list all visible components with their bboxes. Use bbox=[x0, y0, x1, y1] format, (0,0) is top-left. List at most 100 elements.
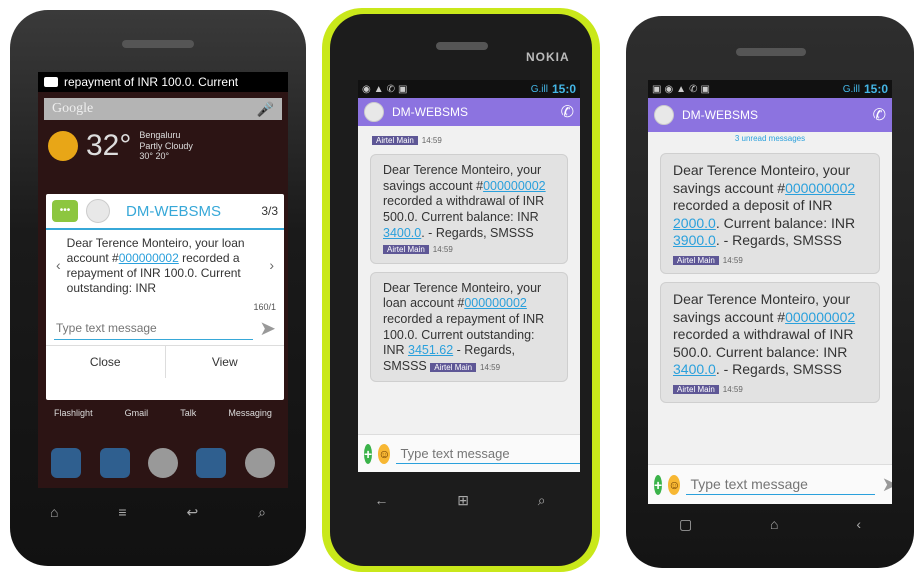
popup-compose-row: ➤ bbox=[46, 312, 284, 346]
phone-app-icon[interactable] bbox=[51, 448, 82, 478]
popup-count: 3/3 bbox=[261, 204, 278, 218]
app-label-talk[interactable]: Talk bbox=[180, 408, 196, 418]
contacts-app-icon[interactable] bbox=[99, 448, 130, 478]
account-link[interactable]: 000000002 bbox=[483, 179, 546, 193]
composer: + ☺ ➤ bbox=[648, 464, 892, 504]
search-icon[interactable]: ⌕ bbox=[538, 492, 546, 509]
account-link[interactable]: 000000002 bbox=[464, 296, 527, 310]
earpiece bbox=[736, 48, 806, 56]
attach-plus-icon[interactable]: + bbox=[364, 443, 373, 464]
back-arrow-icon[interactable]: ← bbox=[374, 492, 388, 509]
weather-sun-icon bbox=[48, 131, 78, 161]
search-icon[interactable]: ⌕ bbox=[258, 504, 266, 521]
phone1-softkeys: ⌂ ≡ ↩ ⌕ bbox=[20, 504, 296, 521]
earpiece bbox=[436, 42, 488, 50]
home-icon[interactable]: ⌂ bbox=[770, 516, 778, 533]
search-placeholder: Google bbox=[52, 101, 94, 116]
settings-app-icon[interactable] bbox=[196, 448, 227, 478]
message-list: Airtel Main 14:59 Dear Terence Monteiro, … bbox=[358, 126, 580, 394]
popup-actions: Close View bbox=[46, 346, 284, 378]
attach-plus-icon[interactable]: + bbox=[654, 474, 663, 495]
chevron-right-icon[interactable]: › bbox=[263, 257, 280, 275]
avatar[interactable] bbox=[364, 102, 384, 122]
status-bar: ◉▲✆▣ G.ill 15:0 bbox=[358, 80, 580, 98]
message-input[interactable] bbox=[396, 443, 580, 464]
emoji-icon[interactable]: ☺ bbox=[378, 443, 391, 464]
status-time: 15:0 bbox=[863, 82, 888, 96]
status-icons: ◉▲✆▣ bbox=[362, 83, 411, 95]
chevron-left-icon[interactable]: ‹ bbox=[50, 257, 67, 275]
amount-link[interactable]: 3451.62 bbox=[408, 343, 453, 357]
weather-widget[interactable]: 32° Bengaluru Partly Cloudy 30° 20° bbox=[38, 126, 288, 166]
message-icon bbox=[44, 77, 58, 87]
sms-app-icon: ••• bbox=[52, 200, 78, 222]
popup-header: ••• DM-WEBSMS 3/3 bbox=[46, 194, 284, 230]
view-button[interactable]: View bbox=[165, 346, 284, 378]
app-label-messaging[interactable]: Messaging bbox=[228, 408, 272, 418]
account-link[interactable]: 000000002 bbox=[785, 309, 855, 325]
message-meta: Airtel Main 14:59 bbox=[673, 384, 743, 395]
message-list: Dear Terence Monteiro, your savings acco… bbox=[648, 143, 892, 415]
emoji-icon[interactable]: ☺ bbox=[668, 474, 681, 495]
phone3-screen: ▣◉▲✆▣ G.ill 15:0 DM-WEBSMS ✆ 3 unread me… bbox=[648, 80, 892, 504]
popup-body: ‹ Dear Terence Monteiro, your loan accou… bbox=[46, 230, 284, 302]
message-input[interactable] bbox=[686, 474, 876, 495]
stage: repayment of INR 100.0. Current Google 🎤… bbox=[0, 0, 920, 576]
deposit-amount-link[interactable]: 2000.0 bbox=[673, 215, 716, 231]
call-icon[interactable]: ✆ bbox=[873, 105, 886, 125]
google-search-bar[interactable]: Google 🎤 bbox=[44, 98, 282, 120]
composer: + ☺ ➤ bbox=[358, 434, 580, 472]
amount-link[interactable]: 3900.0 bbox=[673, 232, 716, 248]
back-icon[interactable]: ‹ bbox=[856, 516, 861, 533]
browser-app-icon[interactable] bbox=[244, 448, 275, 478]
home-app-labels: Flashlight Gmail Talk Messaging bbox=[38, 408, 288, 418]
send-icon[interactable]: ➤ bbox=[881, 472, 892, 497]
message-meta: Airtel Main 14:59 bbox=[383, 245, 453, 255]
weather-details: Bengaluru Partly Cloudy 30° 20° bbox=[139, 129, 193, 162]
mic-icon[interactable]: 🎤 bbox=[257, 101, 274, 118]
back-icon[interactable]: ↩ bbox=[186, 504, 198, 521]
brand-logo: NOKIA bbox=[526, 50, 570, 64]
phone2-screen: ◉▲✆▣ G.ill 15:0 DM-WEBSMS ✆ Airtel Main 1… bbox=[358, 80, 580, 472]
avatar bbox=[86, 199, 110, 223]
call-icon[interactable]: ✆ bbox=[561, 102, 574, 122]
home-icon[interactable]: ⌂ bbox=[50, 504, 58, 521]
account-link[interactable]: 000000002 bbox=[119, 251, 179, 265]
popup-message-input[interactable] bbox=[54, 317, 254, 340]
char-counter: 160/1 bbox=[253, 302, 276, 312]
message-bubble[interactable]: Dear Terence Monteiro, your savings acco… bbox=[370, 154, 568, 264]
signal-indicator: G.ill bbox=[530, 83, 548, 95]
app-drawer-icon[interactable] bbox=[147, 448, 178, 478]
message-bubble[interactable]: Dear Terence Monteiro, your savings acco… bbox=[660, 282, 880, 403]
phone1-screen: repayment of INR 100.0. Current Google 🎤… bbox=[38, 72, 288, 488]
temperature: 32° bbox=[86, 129, 132, 162]
amount-link[interactable]: 3400.0 bbox=[383, 226, 421, 240]
notification-text: repayment of INR 100.0. Current bbox=[64, 75, 239, 89]
status-time: 15:0 bbox=[551, 82, 576, 96]
phone3-softkeys: ▢ ⌂ ‹ bbox=[640, 516, 900, 533]
message-bubble[interactable]: Dear Terence Monteiro, your savings acco… bbox=[660, 153, 880, 274]
sms-popup: ••• DM-WEBSMS 3/3 ‹ Dear Terence Monteir… bbox=[46, 194, 284, 400]
avatar[interactable] bbox=[654, 105, 674, 125]
send-icon[interactable]: ➤ bbox=[259, 316, 276, 341]
home-dock bbox=[42, 442, 284, 484]
popup-message: Dear Terence Monteiro, your loan account… bbox=[66, 236, 245, 295]
signal-indicator: G.ill bbox=[842, 83, 860, 95]
recent-apps-icon[interactable]: ▢ bbox=[679, 516, 692, 533]
app-label-gmail[interactable]: Gmail bbox=[125, 408, 149, 418]
menu-icon[interactable]: ≡ bbox=[118, 504, 126, 521]
amount-link[interactable]: 3400.0 bbox=[673, 361, 716, 377]
unread-banner: 3 unread messages bbox=[734, 134, 806, 143]
message-meta: Airtel Main 14:59 bbox=[430, 362, 500, 373]
message-bubble[interactable]: Dear Terence Monteiro, your loan account… bbox=[370, 271, 568, 382]
account-link[interactable]: 000000002 bbox=[785, 180, 855, 196]
conversation-header: DM-WEBSMS ✆ bbox=[648, 98, 892, 132]
phone2-softkeys: ← ⊞ ⌕ bbox=[340, 492, 580, 509]
conversation-header: DM-WEBSMS ✆ bbox=[358, 98, 580, 126]
app-label-flashlight[interactable]: Flashlight bbox=[54, 408, 93, 418]
status-icons: ▣◉▲✆▣ bbox=[652, 83, 713, 95]
close-button[interactable]: Close bbox=[46, 346, 166, 378]
sender-name: DM-WEBSMS bbox=[682, 108, 758, 122]
notification-bar[interactable]: repayment of INR 100.0. Current bbox=[38, 72, 288, 92]
windows-icon[interactable]: ⊞ bbox=[457, 492, 469, 509]
